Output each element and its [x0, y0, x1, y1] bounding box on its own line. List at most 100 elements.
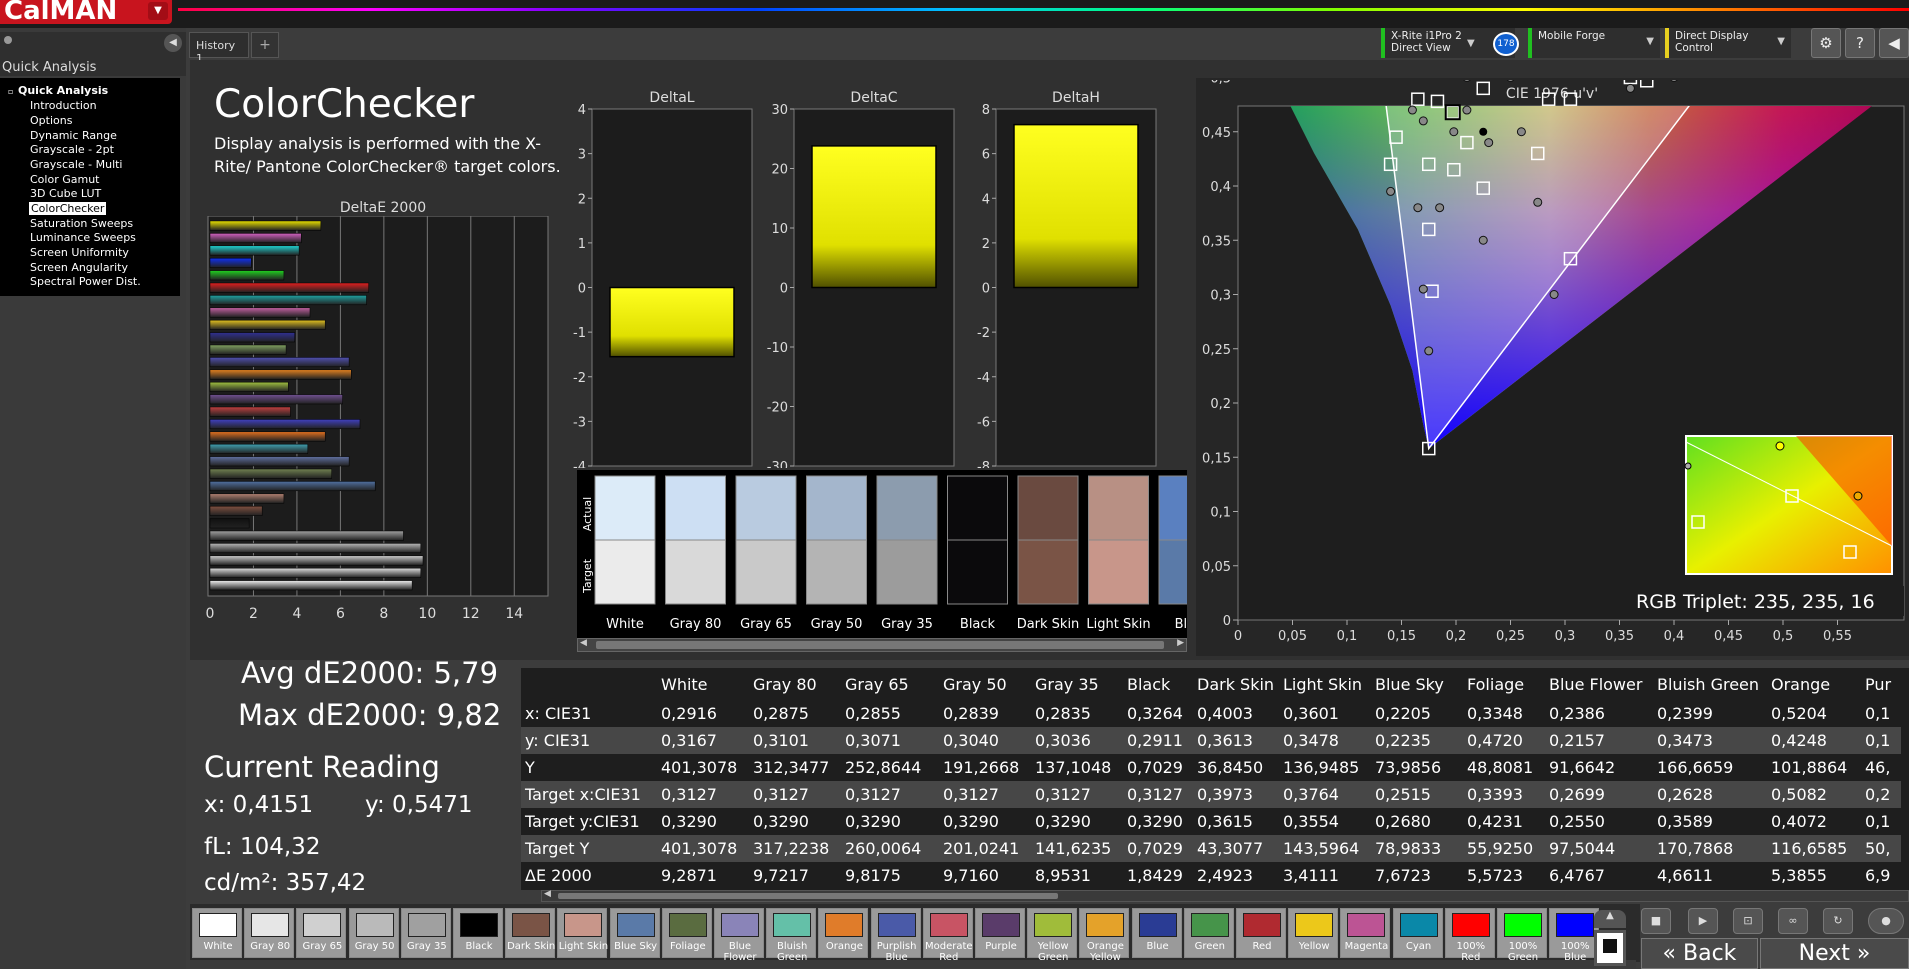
- swatch-button[interactable]: Blue Flower: [714, 908, 764, 963]
- column-header[interactable]: White: [657, 668, 749, 700]
- swatch-button[interactable]: Yellow Green: [1027, 908, 1078, 963]
- column-header[interactable]: Blue Sky: [1371, 668, 1463, 700]
- sidebar-collapse-button[interactable]: ◀: [164, 34, 182, 52]
- help-button[interactable]: ?: [1845, 28, 1875, 58]
- display-selector[interactable]: Direct Display Control ▼: [1665, 28, 1791, 58]
- table-row[interactable]: Target x:CIE31 0,3127 0,3127 0,3127 0,3127 0,…: [521, 781, 1901, 808]
- sidebar-item-dynamic-range[interactable]: Dynamic Range: [30, 129, 117, 142]
- pin-icon[interactable]: [4, 36, 12, 44]
- sidebar-item-color-gamut[interactable]: Color Gamut: [30, 173, 99, 186]
- column-header[interactable]: Pur: [1861, 668, 1901, 700]
- sidebar-item-colorchecker[interactable]: ColorChecker: [29, 202, 107, 215]
- sidebar-item-grayscale-2pt[interactable]: Grayscale - 2pt: [30, 143, 114, 156]
- scroll-left-icon[interactable]: ◀: [580, 638, 587, 648]
- swatch-button[interactable]: Gray 80: [244, 908, 295, 958]
- swatch-button[interactable]: Purplish Blue: [870, 908, 921, 963]
- table-row[interactable]: x: CIE31 0,2916 0,2875 0,2855 0,2839 0,2835 0,…: [521, 700, 1901, 727]
- scroll-left-icon[interactable]: ◀: [544, 889, 551, 899]
- record-button[interactable]: ●: [1868, 908, 1904, 934]
- stop-measure-button[interactable]: ■: [1641, 908, 1671, 934]
- scroll-right-icon[interactable]: ▶: [1177, 638, 1184, 648]
- back-button[interactable]: « Back: [1641, 938, 1758, 969]
- column-header[interactable]: Gray 50: [939, 668, 1031, 700]
- scroll-up-icon[interactable]: ▲: [1594, 910, 1626, 928]
- table-scrollbar[interactable]: ◀: [541, 889, 1909, 902]
- sidebar-item-luminance-sweeps[interactable]: Luminance Sweeps: [30, 231, 136, 244]
- swatch-button[interactable]: Gray 50: [348, 908, 399, 958]
- table-cell: 0,3478: [1279, 727, 1371, 754]
- sidebar-item-3d-cube-lut[interactable]: 3D Cube LUT: [30, 187, 101, 200]
- stop-icon: ■: [1650, 914, 1662, 927]
- sidebar-item-spectral-power[interactable]: Spectral Power Dist.: [30, 275, 141, 288]
- settings-button[interactable]: ⚙: [1811, 28, 1841, 58]
- swatch-button[interactable]: Red: [1236, 908, 1286, 958]
- swatch-button[interactable]: Gray 65: [296, 908, 347, 958]
- column-header[interactable]: [521, 668, 657, 700]
- column-header[interactable]: Orange: [1767, 668, 1861, 700]
- add-tab-button[interactable]: +: [251, 32, 279, 58]
- collapse-right-button[interactable]: ◀: [1879, 28, 1909, 58]
- table-row[interactable]: ΔE 2000 9,2871 9,7217 9,8175 9,7160 8,9531 1,8…: [521, 862, 1901, 889]
- sidebar-item-grayscale-multi[interactable]: Grayscale - Multi: [30, 158, 123, 171]
- swatch-button[interactable]: Black: [453, 908, 503, 958]
- swatch-button[interactable]: Orange Yellow: [1079, 908, 1130, 963]
- swatch-chip: [199, 913, 237, 937]
- swatch-scrollbar[interactable]: [190, 960, 1636, 968]
- swatch-button[interactable]: Light Skin: [557, 908, 608, 958]
- swatch-button[interactable]: Moderate Red: [922, 908, 973, 963]
- swatch-button[interactable]: Yellow: [1288, 908, 1339, 958]
- swatch-button[interactable]: Foliage: [661, 908, 712, 958]
- swatch-button[interactable]: 100% Blue: [1549, 908, 1600, 963]
- patch-actual: [947, 475, 1008, 541]
- sidebar-item-saturation-sweeps[interactable]: Saturation Sweeps: [30, 217, 133, 230]
- sidebar-item-options[interactable]: Options: [30, 114, 72, 127]
- continuous-button[interactable]: ∞: [1778, 908, 1808, 934]
- stop-button[interactable]: [1594, 930, 1626, 966]
- tree-group-quick-analysis[interactable]: Quick Analysis: [18, 84, 108, 97]
- swatch-button[interactable]: Purple: [975, 908, 1025, 958]
- column-header[interactable]: Bluish Green: [1653, 668, 1767, 700]
- scroll-thumb[interactable]: [558, 893, 1058, 899]
- swatch-button[interactable]: Bluish Green: [766, 908, 817, 963]
- column-header[interactable]: Gray 80: [749, 668, 841, 700]
- column-header[interactable]: Gray 65: [841, 668, 939, 700]
- swatch-button[interactable]: White: [192, 908, 242, 958]
- column-header[interactable]: Blue Flower: [1545, 668, 1653, 700]
- sidebar-item-screen-uniformity[interactable]: Screen Uniformity: [30, 246, 129, 259]
- table-cell: 0,2157: [1545, 727, 1653, 754]
- swatch-button[interactable]: Gray 35: [400, 908, 451, 958]
- table-row[interactable]: Target Y 401,3078 317,2238 260,0064 201,0241…: [521, 835, 1901, 862]
- swatch-label: Gray 80: [250, 941, 291, 952]
- swatch-button[interactable]: Blue Sky: [609, 908, 660, 958]
- next-button[interactable]: Next »: [1760, 938, 1909, 969]
- swatch-button[interactable]: 100% Red: [1444, 908, 1495, 963]
- column-header[interactable]: Gray 35: [1031, 668, 1123, 700]
- app-logo-button[interactable]: CalMAN ▼: [0, 0, 172, 24]
- swatch-button[interactable]: Green: [1183, 908, 1234, 958]
- play-button[interactable]: ▶: [1688, 908, 1718, 934]
- table-row[interactable]: y: CIE31 0,3167 0,3101 0,3071 0,3040 0,3036 0,…: [521, 727, 1901, 754]
- tree-expand-icon[interactable]: ▫: [8, 87, 13, 96]
- column-header[interactable]: Light Skin: [1279, 668, 1371, 700]
- sidebar-item-screen-angularity[interactable]: Screen Angularity: [30, 261, 128, 274]
- swatch-button[interactable]: Blue: [1131, 908, 1182, 958]
- sidebar-item-introduction[interactable]: Introduction: [30, 99, 97, 112]
- swatch-button[interactable]: Cyan: [1392, 908, 1443, 958]
- refresh-button[interactable]: ↻: [1823, 908, 1853, 934]
- column-header[interactable]: Dark Skin: [1193, 668, 1279, 700]
- column-header[interactable]: Foliage: [1463, 668, 1545, 700]
- swatch-button[interactable]: Dark Skin: [505, 908, 555, 958]
- deltae-bar: [209, 481, 376, 492]
- read-series-button[interactable]: ⊡: [1733, 908, 1763, 934]
- scroll-thumb[interactable]: [596, 641, 1164, 649]
- patch-scrollbar[interactable]: ◀ ▶: [577, 638, 1187, 652]
- table-row[interactable]: Target y:CIE31 0,3290 0,3290 0,3290 0,3290 0,…: [521, 808, 1901, 835]
- table-cell: 5,3855: [1767, 862, 1861, 889]
- swatch-button[interactable]: Orange: [818, 908, 869, 958]
- column-header[interactable]: Black: [1123, 668, 1193, 700]
- source-selector[interactable]: Mobile Forge ▼: [1528, 28, 1660, 58]
- table-row[interactable]: Y 401,3078 312,3477 252,8644 191,2668 137,104…: [521, 754, 1901, 781]
- tab-history-1[interactable]: History 1: [189, 32, 249, 65]
- swatch-button[interactable]: Magenta: [1340, 908, 1391, 958]
- swatch-button[interactable]: 100% Green: [1497, 908, 1547, 963]
